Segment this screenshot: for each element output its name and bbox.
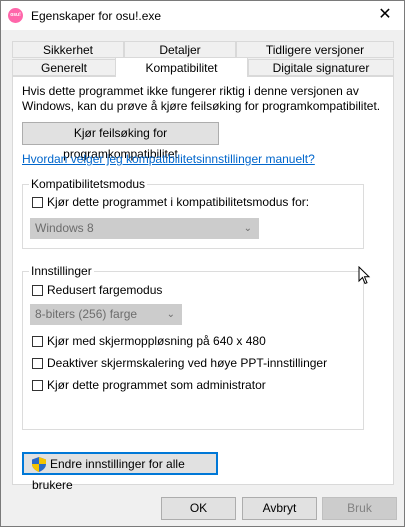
- resolution-row[interactable]: Kjør med skjermoppløsning på 640 x 480: [32, 334, 266, 348]
- reduced-color-row[interactable]: Redusert fargemodus: [32, 283, 162, 297]
- properties-dialog: osu! Egenskaper for osu!.exe ✕ Sikkerhet…: [0, 0, 405, 527]
- compat-mode-label: Kompatibilitetsmodus: [29, 177, 148, 191]
- close-icon: ✕: [378, 6, 392, 23]
- osu-app-icon: osu!: [8, 8, 23, 23]
- all-users-button[interactable]: Endre innstillinger for alle brukere: [22, 452, 218, 492]
- window-title: Egenskaper for osu!.exe: [31, 9, 162, 23]
- apply-button: Bruk: [322, 497, 397, 520]
- troubleshoot-button[interactable]: Kjør feilsøking for programkompatibilite…: [22, 122, 219, 161]
- windows-version-value: Windows 8: [35, 221, 94, 235]
- close-button[interactable]: ✕: [367, 3, 403, 27]
- title-bar[interactable]: osu! Egenskaper for osu!.exe ✕: [1, 1, 404, 30]
- cancel-button[interactable]: Avbryt: [242, 497, 317, 520]
- resolution-label: Kjør med skjermoppløsning på 640 x 480: [47, 334, 266, 348]
- tab-sikkerhet[interactable]: Sikkerhet: [12, 41, 124, 58]
- chevron-down-icon: ⌄: [166, 309, 175, 320]
- tab-kompatibilitet[interactable]: Kompatibilitet: [115, 57, 248, 77]
- windows-version-select: Windows 8 ⌄: [30, 218, 259, 239]
- compat-mode-row[interactable]: Kjør dette programmet i kompatibilitetsm…: [32, 195, 309, 209]
- color-depth-select: 8-biters (256) farge ⌄: [30, 304, 182, 325]
- compat-mode-checkbox[interactable]: [32, 196, 43, 208]
- admin-row[interactable]: Kjør dette programmet som administrator: [32, 378, 266, 392]
- reduced-color-label: Redusert fargemodus: [47, 283, 163, 297]
- uac-shield-icon: [32, 457, 46, 473]
- settings-label: Innstillinger: [29, 264, 94, 278]
- compat-mode-group: [22, 184, 364, 249]
- dpi-scaling-label: Deaktiver skjermskalering ved høye PPT-i…: [47, 356, 328, 370]
- tab-tidligere-versjoner[interactable]: Tidligere versjoner: [236, 41, 394, 58]
- tab-digitale-signaturer[interactable]: Digitale signaturer: [248, 59, 394, 76]
- color-depth-value: 8-biters (256) farge: [35, 307, 138, 321]
- resolution-checkbox[interactable]: [32, 335, 43, 347]
- reduced-color-checkbox[interactable]: [32, 284, 43, 296]
- dpi-scaling-row[interactable]: Deaktiver skjermskalering ved høye PPT-i…: [32, 356, 327, 370]
- admin-label: Kjør dette programmet som administrator: [47, 378, 266, 392]
- info-text: Hvis dette programmet ikke fungerer rikt…: [22, 84, 381, 113]
- compat-mode-checkbox-label: Kjør dette programmet i kompatibilitetsm…: [47, 195, 310, 209]
- tab-detaljer[interactable]: Detaljer: [124, 41, 236, 58]
- all-users-button-label: Endre innstillinger for alle brukere: [32, 457, 185, 492]
- dpi-scaling-checkbox[interactable]: [32, 357, 43, 369]
- tab-generelt[interactable]: Generelt: [12, 59, 116, 76]
- admin-checkbox[interactable]: [32, 379, 43, 391]
- ok-button[interactable]: OK: [161, 497, 236, 520]
- help-link[interactable]: Hvordan velger jeg kompatibilitetsinnsti…: [22, 152, 315, 166]
- mouse-cursor-icon: [358, 266, 371, 285]
- chevron-down-icon: ⌄: [243, 223, 252, 234]
